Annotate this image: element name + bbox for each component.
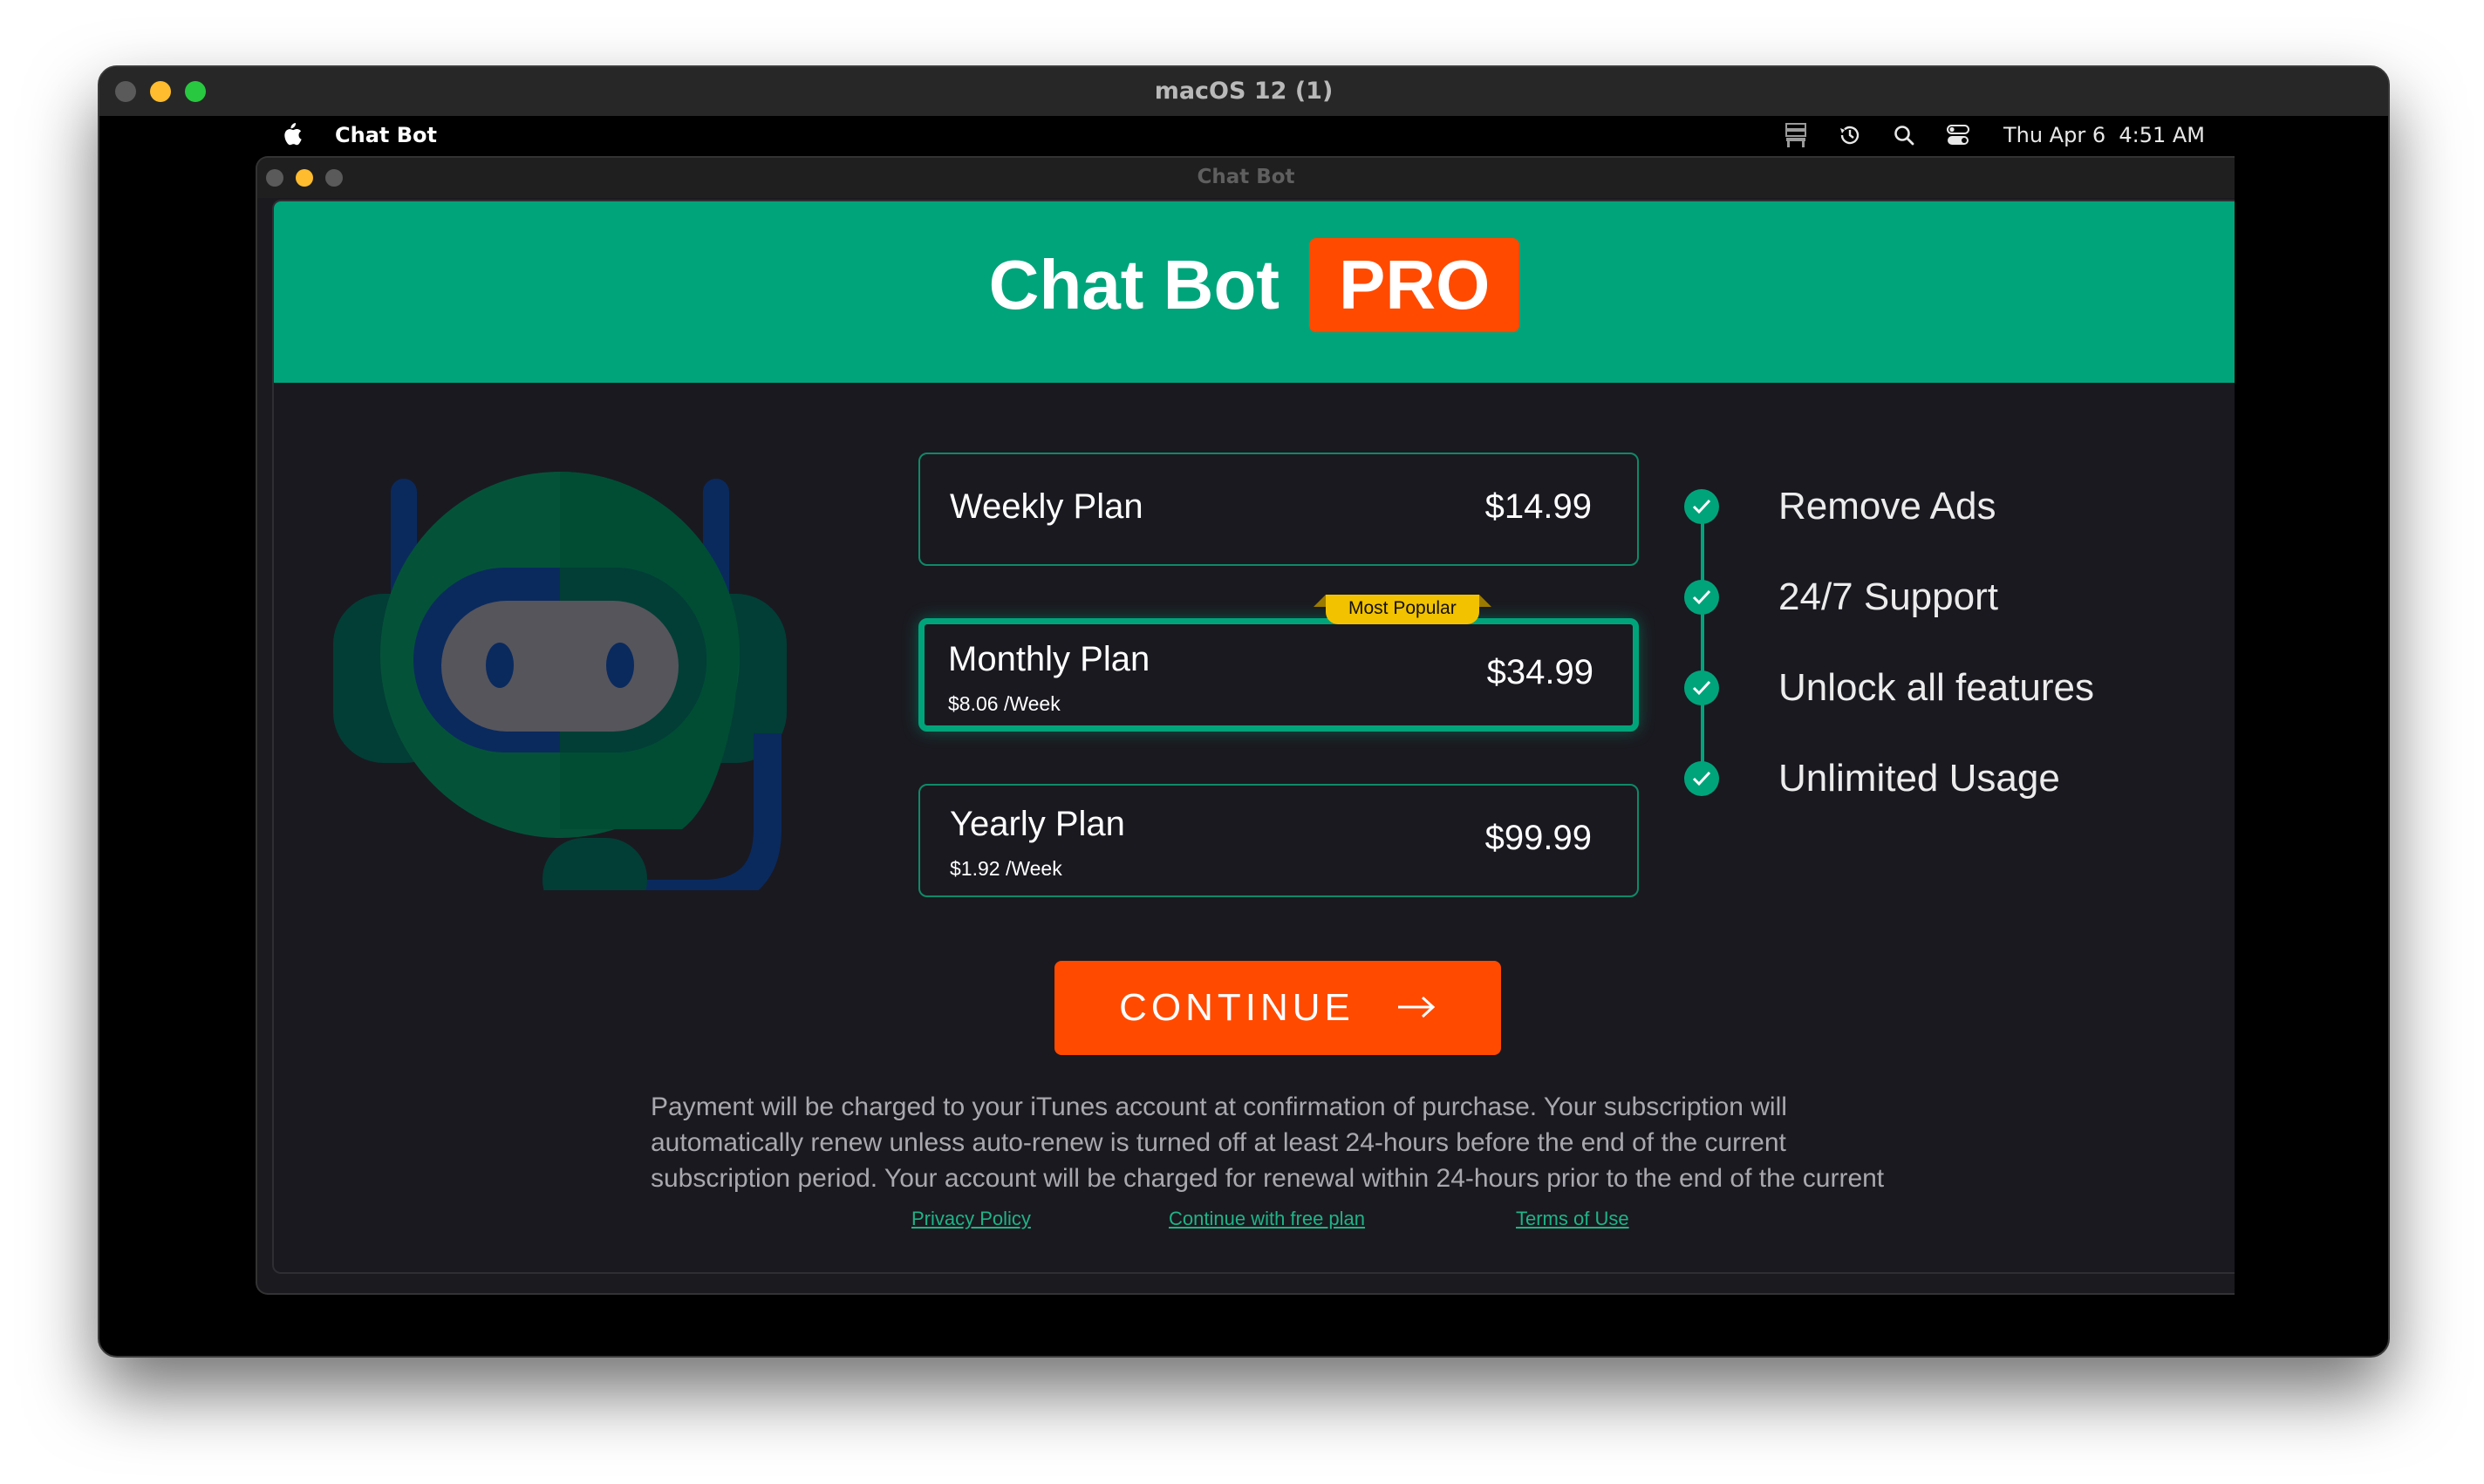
plan-monthly[interactable]: Most Popular Monthly Plan $8.06 /Week $3… [918,595,1639,732]
app-titlebar: Chat Bot [257,158,2235,198]
plan-name: Monthly Plan [948,640,1150,678]
app-window-title: Chat Bot [1197,166,1295,188]
menubar-app-name[interactable]: Chat Bot [335,123,437,147]
feature-item: Unlimited Usage [1684,733,2094,824]
feature-item: Unlock all features [1684,643,2094,733]
time-machine-icon[interactable] [1836,121,1864,149]
plan-price: $14.99 [1484,487,1592,526]
host-window: macOS 12 (1) Chat Bot Thu Apr 6 4:51 AM [98,65,2390,1358]
feature-label: Unlock all features [1778,666,2094,709]
host-titlebar: macOS 12 (1) [99,67,2388,116]
feature-label: Remove Ads [1778,485,1996,528]
tablet-icon[interactable] [1782,121,1810,149]
arrow-right-icon [1396,986,1436,1030]
paywall-header: Chat Bot PRO [274,201,2235,383]
plan-weekly-rate: $1.92 /Week [950,857,1062,880]
plan-price: $34.99 [1486,653,1593,691]
control-center-icon[interactable] [1944,121,1972,149]
plan-name: Yearly Plan [950,805,1125,843]
menubar: Chat Bot Thu Apr 6 4:51 AM [99,116,2388,157]
plan-weekly-rate: $8.06 /Week [948,692,1061,715]
plan-price: $99.99 [1484,819,1592,857]
plan-name: Weekly Plan [950,487,1143,526]
menubar-clock[interactable]: Thu Apr 6 4:51 AM [2003,123,2205,147]
continue-free-plan-link[interactable]: Continue with free plan [1169,1208,1365,1230]
most-popular-badge: Most Popular [1314,595,1491,624]
continue-label: CONTINUE [1119,986,1355,1029]
plan-yearly[interactable]: Yearly Plan $1.92 /Week $99.99 [918,784,1639,897]
feature-item: 24/7 Support [1684,552,2094,643]
legal-text: Payment will be charged to your iTunes a… [651,1093,1885,1193]
apple-icon[interactable] [281,121,302,154]
pro-badge: PRO [1308,238,1520,332]
checkmark-icon [1684,671,1719,705]
app-window: Chat Bot Chat Bot PRO Weekly Plan $14.99… [256,156,2235,1295]
terms-of-use-link[interactable]: Terms of Use [1516,1208,1629,1230]
plan-weekly[interactable]: Weekly Plan $14.99 [918,453,1639,566]
feature-label: Unlimited Usage [1778,757,2060,800]
continue-button[interactable]: CONTINUE [1054,961,1501,1055]
checkmark-icon [1684,489,1719,524]
privacy-policy-link[interactable]: Privacy Policy [911,1208,1031,1230]
checkmark-icon [1684,580,1719,615]
robot-headset-icon [333,472,787,890]
feature-label: 24/7 Support [1778,575,1998,618]
paywall-title: Chat Bot [988,246,1280,323]
search-icon[interactable] [1890,121,1918,149]
paywall: Chat Bot PRO Weekly Plan $14.99 Most Pop… [272,200,2235,1274]
feature-item: Remove Ads [1684,461,2094,552]
checkmark-icon [1684,761,1719,796]
features-list: Remove Ads 24/7 Support Unlock all featu… [1684,461,2094,824]
host-window-title: macOS 12 (1) [1154,78,1334,105]
